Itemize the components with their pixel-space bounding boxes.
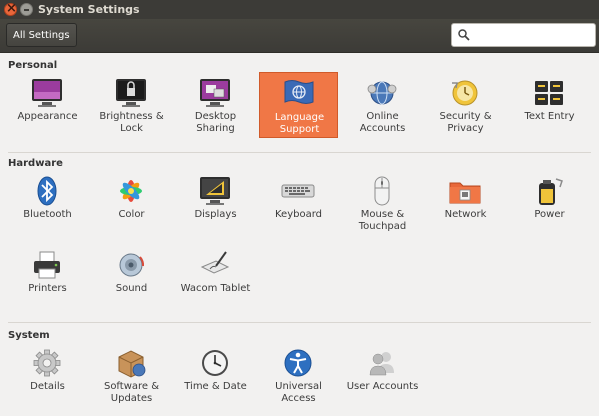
settings-item-text-entry[interactable]: Text Entry <box>510 72 589 138</box>
settings-item-language-support[interactable]: Language Support <box>259 72 338 138</box>
online-accounts-icon <box>367 81 397 105</box>
settings-item-software-updates[interactable]: Software & Updates <box>92 342 171 408</box>
section-divider <box>8 152 591 153</box>
settings-item-label: Brightness & Lock <box>99 111 164 134</box>
color-icon <box>120 180 142 202</box>
clock-icon <box>202 350 228 376</box>
settings-item-label: Bluetooth <box>23 209 72 220</box>
settings-item-appearance[interactable]: Appearance <box>8 72 87 138</box>
section-title-personal: Personal <box>8 60 58 71</box>
settings-item-desktop-sharing[interactable]: Desktop Sharing <box>176 72 255 138</box>
gear-icon <box>33 349 61 377</box>
section-title-hardware: Hardware <box>8 158 63 169</box>
settings-item-label: Power <box>534 209 565 220</box>
settings-item-label: Network <box>444 209 487 220</box>
settings-item-label: Printers <box>28 283 67 294</box>
settings-item-label: Language Support <box>274 112 325 135</box>
settings-item-label: Displays <box>194 209 237 220</box>
printer-icon <box>34 251 60 279</box>
network-icon <box>449 182 481 204</box>
settings-item-color[interactable]: Color <box>92 170 171 236</box>
settings-item-network[interactable]: Network <box>426 170 505 236</box>
settings-item-printers[interactable]: Printers <box>8 244 87 310</box>
sound-icon <box>119 253 145 277</box>
settings-item-label: Details <box>30 381 65 392</box>
text-entry-icon <box>535 81 563 105</box>
desktop-sharing-icon <box>200 79 230 107</box>
settings-item-security-privacy[interactable]: Security & Privacy <box>426 72 505 138</box>
settings-item-label: Security & Privacy <box>439 111 492 134</box>
minimize-icon[interactable] <box>20 3 33 16</box>
settings-item-label: Wacom Tablet <box>180 283 251 294</box>
settings-item-label: Text Entry <box>524 111 575 122</box>
settings-item-universal-access[interactable]: Universal Access <box>259 342 338 408</box>
section-title-system: System <box>8 330 50 341</box>
power-icon <box>539 178 563 205</box>
mouse-icon <box>374 176 390 206</box>
settings-item-label: Color <box>118 209 145 220</box>
universal-access-icon <box>284 349 312 377</box>
settings-item-label: Software & Updates <box>103 381 160 404</box>
all-settings-button[interactable]: All Settings <box>6 23 77 47</box>
bluetooth-icon <box>37 176 57 206</box>
section-divider <box>8 322 591 323</box>
search-input[interactable] <box>474 26 596 46</box>
settings-item-mouse-touchpad[interactable]: Mouse & Touchpad <box>343 170 422 236</box>
settings-item-label: Online Accounts <box>359 111 406 134</box>
close-icon[interactable] <box>4 1 18 17</box>
appearance-icon <box>32 79 62 107</box>
security-privacy-icon <box>452 80 478 106</box>
toolbar: All Settings <box>0 19 599 53</box>
language-support-icon <box>284 80 314 104</box>
settings-item-time-date[interactable]: Time & Date <box>176 342 255 408</box>
settings-item-label: Universal Access <box>275 381 322 404</box>
settings-item-brightness-lock[interactable]: Brightness & Lock <box>92 72 171 138</box>
settings-item-details[interactable]: Details <box>8 342 87 408</box>
settings-item-bluetooth[interactable]: Bluetooth <box>8 170 87 236</box>
settings-item-keyboard[interactable]: Keyboard <box>259 170 338 236</box>
software-updates-icon <box>118 350 146 378</box>
user-accounts-icon <box>369 352 394 376</box>
search-icon <box>458 29 470 41</box>
settings-item-label: Time & Date <box>184 381 247 392</box>
settings-item-label: Desktop Sharing <box>194 111 237 134</box>
settings-item-sound[interactable]: Sound <box>92 244 171 310</box>
settings-item-power[interactable]: Power <box>510 170 589 236</box>
settings-item-wacom-tablet[interactable]: Wacom Tablet <box>176 244 255 310</box>
title-bar: System Settings <box>0 0 599 19</box>
settings-item-displays[interactable]: Displays <box>176 170 255 236</box>
system-settings-window: System Settings All Settings Personal Ap… <box>0 0 599 416</box>
settings-item-user-accounts[interactable]: User Accounts <box>343 342 422 408</box>
settings-item-label: Sound <box>115 283 148 294</box>
window-title: System Settings <box>38 3 140 16</box>
keyboard-icon <box>281 184 315 198</box>
settings-item-online-accounts[interactable]: Online Accounts <box>343 72 422 138</box>
brightness-lock-icon <box>116 79 146 107</box>
settings-item-label: Keyboard <box>274 209 322 220</box>
wacom-tablet-icon <box>200 251 230 274</box>
settings-item-label: User Accounts <box>346 381 419 392</box>
settings-item-label: Appearance <box>17 111 78 122</box>
displays-icon <box>200 177 230 205</box>
search-box[interactable] <box>451 23 596 47</box>
settings-item-label: Mouse & Touchpad <box>358 209 407 232</box>
